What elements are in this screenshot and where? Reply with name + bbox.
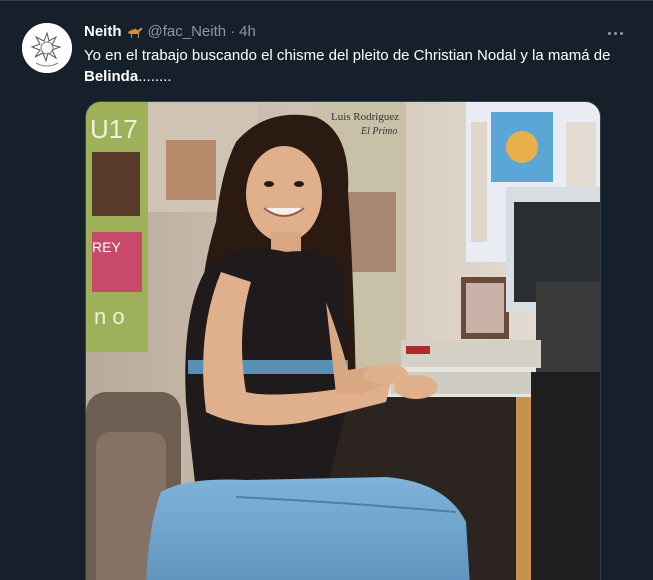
poster-text-left2: n o bbox=[94, 304, 125, 329]
camel-icon bbox=[126, 24, 144, 40]
tweet-text-part2: ........ bbox=[138, 68, 172, 85]
photo-girl-at-computer: U17 REY n o Luis Rodriguez El Primo bbox=[86, 102, 600, 580]
poster-text-top2: El Primo bbox=[360, 126, 397, 137]
tweet-image[interactable]: U17 REY n o Luis Rodriguez El Primo bbox=[85, 101, 601, 580]
avatar-illustration bbox=[22, 23, 72, 73]
poster-text-left: U17 bbox=[90, 114, 138, 144]
tweet-text: Yo en el trabajo buscando el chisme del … bbox=[84, 45, 634, 87]
more-horizontal-icon[interactable] bbox=[603, 23, 627, 43]
poster-text-top: Luis Rodriguez bbox=[331, 111, 399, 123]
display-name[interactable]: Neith bbox=[84, 22, 122, 42]
avatar[interactable] bbox=[22, 23, 72, 73]
poster-text-rey: REY bbox=[92, 239, 121, 255]
tweet-text-bold[interactable]: Belinda bbox=[84, 68, 138, 85]
tweet: Neith @fac_Neith · 4h Yo en el trabajo b… bbox=[0, 0, 653, 580]
tweet-header: Neith @fac_Neith · 4h bbox=[84, 21, 256, 43]
tweet-text-part1: Yo en el trabajo buscando el chisme del … bbox=[84, 47, 611, 64]
user-handle[interactable]: @fac_Neith bbox=[148, 22, 227, 42]
separator-dot: · bbox=[230, 23, 236, 40]
tweet-time[interactable]: 4h bbox=[239, 22, 256, 42]
